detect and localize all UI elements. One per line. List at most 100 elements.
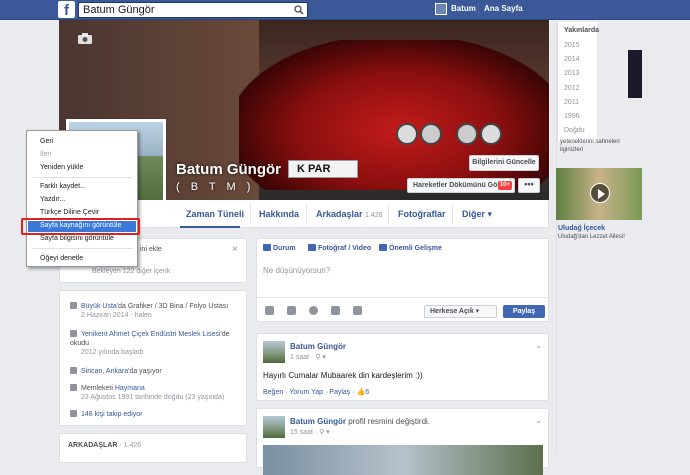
- about-followers: 148 kişi takip ediyor: [70, 410, 142, 419]
- camera-icon[interactable]: [265, 306, 274, 315]
- post-author[interactable]: Batum Güngör: [290, 342, 346, 351]
- menu-item-inspect[interactable]: Öğeyi denetle: [40, 255, 83, 262]
- chevron-down-icon[interactable]: ⌄: [535, 416, 542, 425]
- menu-separator: [33, 177, 133, 178]
- car-headlights: [396, 123, 502, 145]
- feed-post: Batum Güngör profil resmini değiştirdi. …: [256, 408, 549, 475]
- tab-photos[interactable]: Fotoğraflar: [398, 209, 446, 219]
- search-input[interactable]: Batum Güngör: [78, 2, 308, 18]
- work-date: 2 Haziran 2014 - halen: [81, 312, 152, 319]
- friends-card-title[interactable]: ARKADAŞLAR · 1.426: [68, 442, 141, 449]
- tab-divider: [388, 204, 389, 224]
- school-date: 2012 yılında başladı: [81, 349, 144, 356]
- about-lives: Sincan, Ankara'da yaşıyor: [70, 367, 162, 376]
- composer-divider: [257, 297, 548, 298]
- photo-icon: [308, 244, 316, 251]
- menu-item-print[interactable]: Yazdır...: [40, 196, 65, 203]
- ad-image[interactable]: [628, 50, 642, 98]
- share-button[interactable]: Paylaş: [503, 305, 545, 318]
- update-info-button[interactable]: Bilgilerini Güncelle: [469, 155, 539, 171]
- more-options-button[interactable]: •••: [518, 178, 540, 193]
- menu-item-translate[interactable]: Türkçe Diline Çevir: [40, 209, 99, 216]
- pencil-icon: [263, 244, 271, 251]
- about-school: Yenikent Ahmet Çiçek Endüstri Meslek Lis…: [70, 330, 240, 357]
- activity-badge: 10+: [497, 181, 512, 190]
- post-actions[interactable]: Beğen · Yorum Yap · Paylaş · 👍6: [263, 388, 369, 396]
- profile-name[interactable]: Batum Güngör: [176, 161, 281, 178]
- about-hometown: Memleketi Haymana 23 Ağustos 1991 tarihi…: [70, 384, 224, 402]
- flag-icon: [379, 244, 387, 251]
- year-item[interactable]: 2013: [564, 70, 580, 77]
- city-link[interactable]: Sincan, Ankara: [81, 368, 128, 375]
- about-work: Büyük Usta'da Grafiker / 3D Bina / Folyo…: [70, 302, 228, 320]
- composer-tab-status[interactable]: Durum: [263, 244, 296, 252]
- smiley-icon[interactable]: [309, 306, 318, 315]
- menu-item-forward[interactable]: İleri: [40, 151, 51, 158]
- menu-separator: [33, 248, 133, 249]
- school-link[interactable]: Yenikent Ahmet Çiçek Endüstri Meslek Lis…: [81, 331, 220, 338]
- graduation-cap-icon: [70, 330, 77, 337]
- composer-tab-photo-label: Fotoğraf / Video: [318, 245, 372, 252]
- audience-selector[interactable]: Herkese Açık ▾: [424, 305, 497, 318]
- post-meta[interactable]: 15 saat · ⚲ ▾: [290, 428, 330, 436]
- tab-friends-count: 1.426: [365, 212, 383, 219]
- ad-text[interactable]: yeteneklerini sahneleri ilginizleri: [560, 138, 640, 154]
- work-place-link[interactable]: Büyük Usta: [81, 303, 117, 310]
- profile-link[interactable]: Batum: [451, 4, 476, 13]
- play-icon[interactable]: [590, 183, 610, 203]
- composer-tab-event[interactable]: Önemli Gelişme: [379, 244, 442, 252]
- post-meta[interactable]: 1 saat · ⚲ ▾: [290, 353, 326, 361]
- menu-item-back[interactable]: Geri: [40, 138, 53, 145]
- rss-icon: [70, 410, 77, 417]
- home-link[interactable]: Ana Sayfa: [484, 4, 523, 13]
- tab-more[interactable]: Diğer ▾: [462, 209, 492, 220]
- post-author-line: Batum Güngör profil resmini değiştirdi.: [290, 417, 430, 426]
- tab-friends-label: Arkadaşlar: [316, 209, 363, 219]
- lives-suffix: 'da yaşıyor: [128, 368, 162, 375]
- search-icon[interactable]: [294, 5, 304, 15]
- menu-item-reload[interactable]: Yeniden yükle: [40, 164, 83, 171]
- friends-card: ARKADAŞLAR · 1.426: [59, 433, 247, 463]
- people-card-title: ini ekle: [140, 246, 162, 253]
- tab-friends[interactable]: Arkadaşlar 1.426: [316, 209, 383, 219]
- post-avatar[interactable]: [263, 416, 285, 438]
- year-recent[interactable]: Yakınlarda: [564, 27, 599, 34]
- activity-log-button[interactable]: Hareketler Dökümünü Gör 10+: [407, 178, 515, 193]
- tab-timeline[interactable]: Zaman Tüneli: [186, 209, 244, 219]
- user-avatar[interactable]: [435, 3, 447, 15]
- search-value: Batum Güngör: [83, 4, 155, 16]
- menu-item-page-info[interactable]: Sayfa bilgisini görüntüle: [40, 235, 114, 242]
- composer-input[interactable]: Ne düşünüyorsun?: [263, 266, 330, 275]
- license-plate: K PAR: [288, 160, 358, 178]
- tab-about[interactable]: Hakkında: [259, 209, 299, 219]
- hometown-prefix: Memleketi: [81, 385, 115, 392]
- year-item[interactable]: Doğdu: [564, 127, 585, 134]
- composer-tab-event-label: Önemli Gelişme: [389, 245, 442, 252]
- briefcase-icon: [70, 302, 77, 309]
- year-item[interactable]: 2015: [564, 42, 580, 49]
- year-item[interactable]: 2014: [564, 56, 580, 63]
- post-image[interactable]: [263, 445, 543, 475]
- composer-tab-photo[interactable]: Fotoğraf / Video: [308, 244, 371, 252]
- post-avatar[interactable]: [263, 341, 285, 363]
- post-action-text: profil resmini değiştirdi.: [346, 417, 431, 426]
- tab-active-indicator: [180, 226, 240, 228]
- camera-icon[interactable]: [78, 33, 92, 44]
- post-author[interactable]: Batum Güngör: [290, 417, 346, 426]
- clock-icon[interactable]: [353, 306, 362, 315]
- house-icon: [70, 367, 77, 374]
- tag-friends-icon[interactable]: [287, 306, 296, 315]
- facebook-logo-icon[interactable]: f: [58, 1, 75, 19]
- followers-link[interactable]: 148 kişi takip ediyor: [81, 411, 142, 418]
- year-item[interactable]: 2012: [564, 85, 580, 92]
- ad-title[interactable]: Uludağ İçecek: [558, 225, 605, 232]
- location-icon[interactable]: [331, 306, 340, 315]
- chevron-down-icon[interactable]: ⌄: [535, 341, 542, 350]
- menu-item-save-as[interactable]: Farklı kaydet...: [40, 183, 86, 190]
- hometown-link[interactable]: Haymana: [115, 385, 145, 392]
- year-item[interactable]: 1996: [564, 113, 580, 120]
- year-item[interactable]: 2011: [564, 99, 579, 106]
- ad-subtitle: Uludağ'dan Lezzet Ailesi!: [558, 234, 625, 240]
- close-icon[interactable]: ×: [232, 244, 238, 255]
- people-card-pending[interactable]: Bekleyen 122 diğer içerik: [92, 268, 170, 275]
